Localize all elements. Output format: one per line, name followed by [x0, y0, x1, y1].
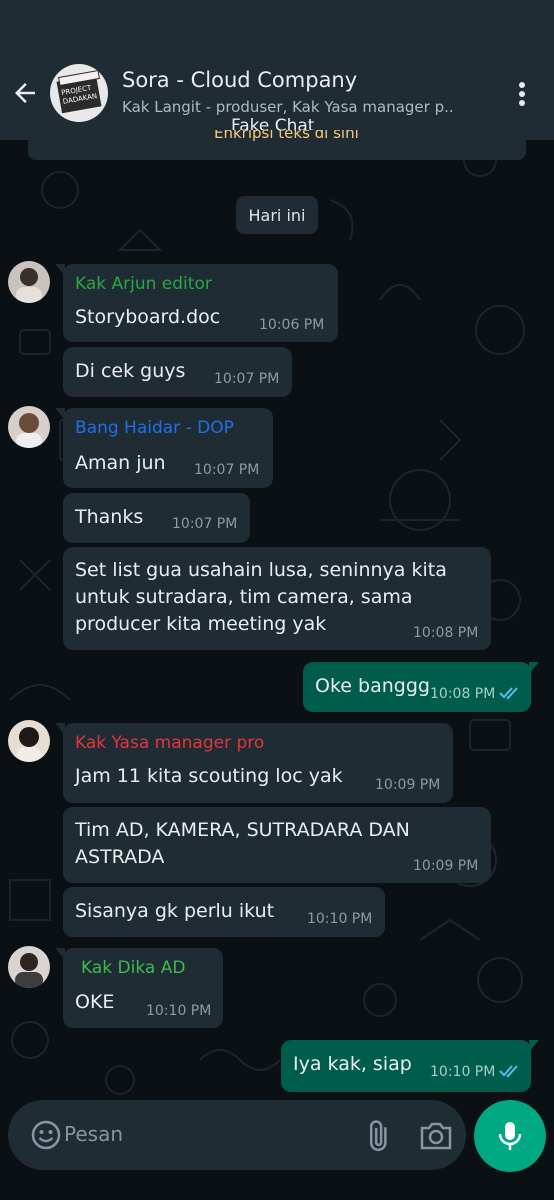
message-time: 10:10 PM — [146, 1003, 212, 1019]
message-time: 10:08 PM — [430, 686, 496, 702]
message-text: Storyboard.doc — [75, 306, 221, 328]
sender-name: Kak Arjun editor — [75, 274, 212, 294]
message-bubble[interactable]: Kak Yasa manager pro Jam 11 kita scoutin… — [55, 723, 453, 803]
message-bubble[interactable]: Sisanya gk perlu ikut 10:10 PM — [63, 887, 385, 937]
double-check-icon — [499, 1065, 518, 1078]
message-bubble-outgoing[interactable]: Oke banggg 10:08 PM — [303, 662, 539, 712]
message-input-bar[interactable]: Pesan — [8, 1100, 466, 1170]
message-bubble[interactable]: Kak Arjun editor Storyboard.doc 10:06 PM — [55, 264, 338, 342]
mic-button[interactable] — [474, 1100, 546, 1172]
message-text: Thanks — [75, 506, 144, 528]
back-arrow-icon[interactable] — [10, 78, 40, 108]
encryption-banner[interactable]: Enkripsi teks di sini — [28, 130, 526, 160]
message-text: Aman jun — [75, 452, 166, 474]
avatar[interactable] — [8, 946, 50, 988]
attach-icon[interactable] — [362, 1118, 396, 1152]
message-bubble[interactable]: Set list gua usahain lusa, seninnya kita… — [63, 547, 491, 650]
encryption-text: Enkripsi teks di sini — [214, 130, 359, 142]
message-bubble[interactable]: Kak Dika AD OKE 10:10 PM — [55, 948, 223, 1028]
avatar[interactable] — [8, 720, 50, 762]
message-text: OKE — [75, 991, 115, 1013]
message-time: 10:07 PM — [214, 371, 280, 387]
message-time: 10:07 PM — [194, 462, 260, 478]
message-text: Di cek guys — [75, 360, 186, 382]
message-time: 10:08 PM — [413, 625, 479, 641]
mic-icon — [498, 1122, 522, 1150]
message-text: Sisanya gk perlu ikut — [75, 900, 275, 922]
sender-name: Kak Yasa manager pro — [75, 733, 265, 753]
message-input[interactable]: Pesan — [64, 1122, 123, 1146]
emoji-icon[interactable] — [30, 1119, 62, 1151]
message-text-line: producer kita meeting yak — [75, 613, 327, 635]
message-time: 10:07 PM — [172, 516, 238, 532]
sender-name: Kak Dika AD — [81, 958, 186, 978]
more-vert-icon[interactable] — [514, 80, 530, 108]
message-bubble-outgoing[interactable]: Iya kak, siap 10:10 PM — [281, 1040, 539, 1092]
message-time: 10:09 PM — [375, 777, 441, 793]
message-text: Iya kak, siap — [293, 1053, 412, 1075]
sender-name: Bang Haidar - DOP — [75, 418, 234, 438]
avatar[interactable] — [8, 406, 50, 448]
message-time: 10:09 PM — [413, 858, 479, 874]
message-text-line: untuk sutradara, tim camera, sama — [75, 586, 413, 608]
message-bubble[interactable]: Thanks 10:07 PM — [63, 493, 250, 543]
double-check-icon — [499, 687, 518, 700]
group-avatar[interactable]: PROJECT DADAKAN — [50, 64, 108, 122]
message-text: Oke banggg — [315, 675, 430, 697]
message-text-line: Tim AD, KAMERA, SUTRADARA DAN — [75, 819, 410, 841]
message-bubble[interactable]: Di cek guys 10:07 PM — [63, 347, 292, 397]
date-chip: Hari ini — [236, 196, 318, 234]
message-text-line: ASTRADA — [75, 846, 165, 868]
message-bubble[interactable]: Bang Haidar - DOP Aman jun 10:07 PM — [55, 408, 273, 488]
avatar[interactable] — [8, 261, 50, 303]
camera-icon[interactable] — [418, 1118, 454, 1152]
chat-subtitle[interactable]: Kak Langit - produser, Kak Yasa manager … — [122, 98, 454, 116]
message-time: 10:10 PM — [430, 1064, 496, 1080]
message-time: 10:06 PM — [259, 317, 325, 333]
message-bubble[interactable]: Tim AD, KAMERA, SUTRADARA DAN ASTRADA 10… — [63, 807, 491, 883]
message-text-line: Set list gua usahain lusa, seninnya kita — [75, 559, 447, 581]
chat-header: PROJECT DADAKAN Sora - Cloud Company Kak… — [0, 0, 554, 140]
message-text: Jam 11 kita scouting loc yak — [75, 765, 343, 787]
message-time: 10:10 PM — [307, 911, 373, 927]
chat-title[interactable]: Sora - Cloud Company — [122, 68, 357, 92]
